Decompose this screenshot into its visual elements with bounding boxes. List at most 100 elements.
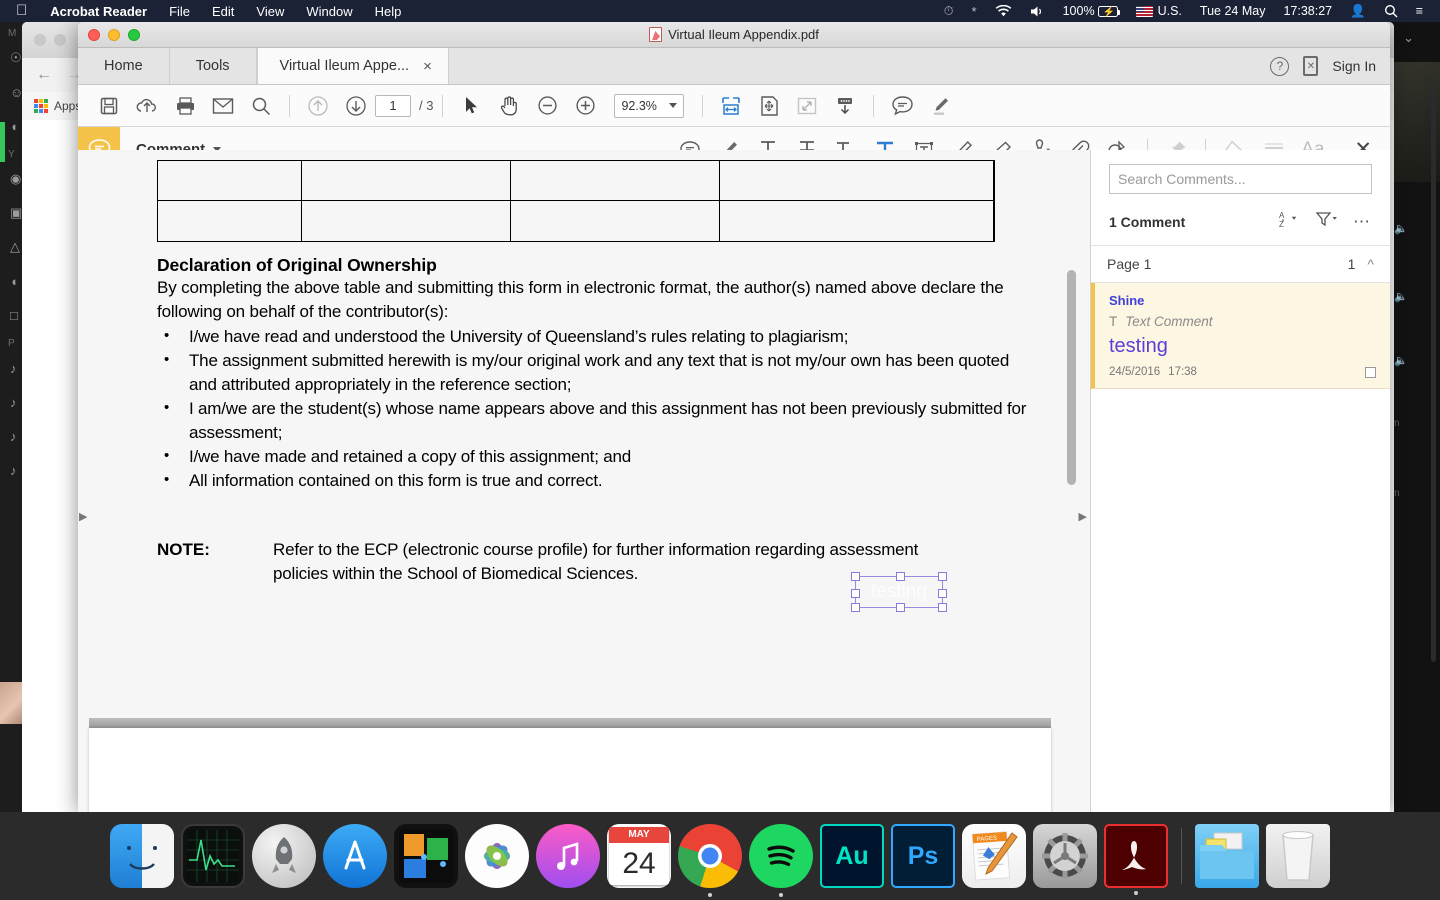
menu-window[interactable]: Window: [295, 4, 363, 19]
page-number-input[interactable]: 1: [375, 94, 411, 117]
minimize-window-button[interactable]: [108, 29, 120, 41]
upload-cloud-icon[interactable]: [128, 91, 166, 121]
user-icon[interactable]: 👤: [1341, 4, 1375, 19]
dock-item-itunes[interactable]: [536, 824, 600, 888]
wifi-icon[interactable]: [986, 5, 1021, 17]
menu-file[interactable]: File: [158, 4, 201, 19]
selected-text-annotation[interactable]: testing: [851, 572, 947, 612]
fullscreen-icon[interactable]: [788, 91, 826, 121]
dock-item-downloads-folder[interactable]: [1195, 824, 1259, 888]
page-separator: [89, 718, 1051, 728]
tab-home[interactable]: Home: [78, 48, 170, 84]
menu-edit[interactable]: Edit: [201, 4, 245, 19]
comment-icon[interactable]: [883, 91, 921, 121]
dock-item-spotify[interactable]: [749, 824, 813, 897]
fit-width-icon[interactable]: [712, 91, 750, 121]
dock-divider: [1181, 828, 1182, 884]
menubar-clock[interactable]: 17:38:27: [1274, 4, 1341, 18]
zoom-window-button[interactable]: [128, 29, 140, 41]
fit-page-icon[interactable]: [750, 91, 788, 121]
scroll-mode-icon[interactable]: [826, 91, 864, 121]
time-machine-icon[interactable]: ⏱: [935, 4, 963, 19]
help-icon[interactable]: ?: [1270, 56, 1290, 76]
battery-percent-label: 100%: [1062, 4, 1095, 18]
menu-app-name[interactable]: Acrobat Reader: [39, 4, 158, 19]
dock-item-acrobat-reader[interactable]: [1104, 824, 1168, 895]
document-pane[interactable]: ▶ Declaration of Original Ownership By c…: [78, 150, 1090, 812]
resize-handle-sw[interactable]: [851, 603, 860, 612]
comments-page-count: 1: [1347, 256, 1356, 272]
menu-help[interactable]: Help: [364, 4, 413, 19]
search-icon[interactable]: [242, 91, 280, 121]
volume-icon[interactable]: [1021, 5, 1054, 18]
highlight-icon[interactable]: [921, 91, 959, 121]
save-icon[interactable]: [90, 91, 128, 121]
resize-handle-ne[interactable]: [938, 572, 947, 581]
search-comments-input[interactable]: Search Comments...: [1109, 164, 1372, 194]
calendar-day-label: 24: [622, 847, 656, 880]
menu-view[interactable]: View: [245, 4, 295, 19]
filter-icon[interactable]: [1315, 211, 1339, 232]
page-total-label: / 3: [419, 98, 434, 113]
hand-tool-icon[interactable]: [490, 91, 528, 121]
comment-text: testing: [1109, 335, 1168, 357]
more-options-icon[interactable]: ⋯: [1353, 213, 1372, 230]
page-up-icon[interactable]: [299, 91, 337, 121]
resize-handle-nw[interactable]: [851, 572, 860, 581]
dock-item-photos[interactable]: [465, 824, 529, 888]
toolbar-divider: [289, 94, 290, 117]
list-item: All information contained on this form i…: [157, 468, 1037, 493]
dock-item-calendar[interactable]: MAY 24: [607, 824, 671, 888]
dock-item-mission-control[interactable]: [394, 824, 458, 888]
resize-handle-n[interactable]: [896, 572, 905, 581]
tab-document[interactable]: Virtual Ileum Appe... ×: [256, 48, 449, 84]
zoom-out-icon[interactable]: [528, 91, 566, 121]
zoom-in-icon[interactable]: [566, 91, 604, 121]
comments-page-group[interactable]: Page 1 1 ^: [1091, 246, 1390, 283]
dock-item-adobe-photoshop[interactable]: Ps: [891, 824, 955, 888]
tab-tools[interactable]: Tools: [170, 48, 257, 84]
dock-item-launchpad[interactable]: [252, 824, 316, 888]
email-icon[interactable]: [204, 91, 242, 121]
resize-handle-w[interactable]: [851, 589, 860, 598]
document-scrollbar[interactable]: [1067, 270, 1076, 485]
resize-handle-s[interactable]: [896, 603, 905, 612]
window-controls: [88, 29, 140, 41]
comment-card[interactable]: Shine T Text Comment testing 24/5/2016 1…: [1091, 283, 1390, 389]
mobile-link-icon[interactable]: ✕: [1303, 56, 1319, 76]
dock-item-trash[interactable]: [1266, 824, 1330, 888]
comment-checkbox[interactable]: [1365, 366, 1376, 378]
dock-item-adobe-audition[interactable]: Au: [820, 824, 884, 888]
dock-item-activity-monitor[interactable]: [181, 824, 245, 888]
zoom-level-value: 92.3%: [621, 98, 657, 113]
window-title: Virtual Ileum Appendix.pdf: [668, 27, 819, 42]
battery-status[interactable]: 100% ⚡: [1054, 4, 1127, 18]
toolbar-divider: [442, 94, 444, 117]
page-down-icon[interactable]: [337, 91, 375, 121]
resize-handle-e[interactable]: [938, 589, 947, 598]
dock-item-google-chrome[interactable]: [678, 824, 742, 897]
select-cursor-icon[interactable]: [452, 91, 490, 121]
background-window-tab: [54, 34, 66, 46]
input-source[interactable]: U.S.: [1127, 4, 1191, 18]
menubar-date[interactable]: Tue 24 May: [1191, 4, 1275, 18]
resize-handle-se[interactable]: [938, 603, 947, 612]
chevron-up-icon[interactable]: ^: [1367, 256, 1374, 272]
close-tab-icon[interactable]: ×: [423, 58, 432, 75]
apple-logo-icon[interactable]: : [8, 2, 39, 21]
notification-center-icon[interactable]: ≡: [1407, 4, 1432, 18]
sort-az-icon[interactable]: AZ: [1279, 210, 1301, 233]
sign-in-button[interactable]: Sign In: [1332, 58, 1376, 74]
spotlight-search-icon[interactable]: [1375, 4, 1407, 18]
dock-item-app-store[interactable]: [323, 824, 387, 888]
print-icon[interactable]: [166, 91, 204, 121]
zoom-level-select[interactable]: 92.3%: [614, 93, 685, 118]
chevron-down-icon: [669, 103, 678, 108]
expand-left-panel-icon[interactable]: ▶: [79, 510, 87, 523]
expand-right-panel-icon[interactable]: ▶: [1079, 510, 1087, 523]
dock-item-finder[interactable]: [110, 824, 174, 888]
bluetooth-icon[interactable]: *: [963, 4, 986, 19]
close-window-button[interactable]: [88, 29, 100, 41]
dock-item-pages[interactable]: PAGES: [962, 824, 1026, 888]
dock-item-system-preferences[interactable]: [1033, 824, 1097, 888]
